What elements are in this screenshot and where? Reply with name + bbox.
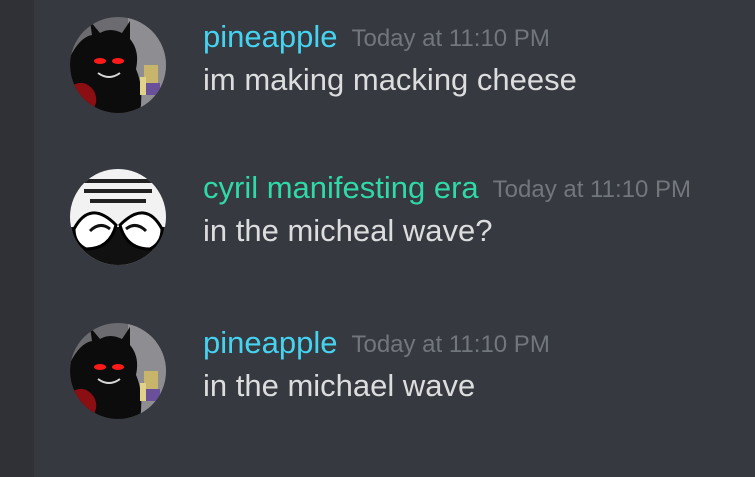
message-content: pineapple Today at 11:10 PM in the michae…: [203, 320, 550, 406]
pineapple-avatar-icon[interactable]: [70, 17, 166, 113]
timestamp[interactable]: Today at 11:10 PM: [351, 331, 549, 358]
username[interactable]: pineapple: [203, 325, 337, 360]
message-header: cyril manifesting era Today at 11:10 PM: [203, 165, 691, 211]
cyril-avatar-icon[interactable]: [70, 169, 166, 265]
username[interactable]: pineapple: [203, 19, 337, 54]
message-header: pineapple Today at 11:10 PM: [203, 320, 550, 366]
message-text: im making macking cheese: [203, 62, 577, 97]
timestamp[interactable]: Today at 11:10 PM: [493, 176, 691, 203]
chat-message: pineapple Today at 11:10 PM im making mac…: [0, 14, 755, 124]
timestamp[interactable]: Today at 11:10 PM: [351, 25, 549, 52]
message-text: in the micheal wave?: [203, 213, 493, 248]
message-text: in the michael wave: [203, 368, 476, 403]
message-header: pineapple Today at 11:10 PM: [203, 14, 577, 60]
chat-message: cyril manifesting era Today at 11:10 PM i…: [0, 165, 755, 275]
pineapple-avatar-icon[interactable]: [70, 323, 166, 419]
username[interactable]: cyril manifesting era: [203, 170, 479, 205]
chat-window: pineapple Today at 11:10 PM im making mac…: [0, 0, 755, 477]
message-content: pineapple Today at 11:10 PM im making mac…: [203, 14, 577, 100]
chat-message: pineapple Today at 11:10 PM in the michae…: [0, 320, 755, 430]
message-content: cyril manifesting era Today at 11:10 PM i…: [203, 165, 691, 251]
